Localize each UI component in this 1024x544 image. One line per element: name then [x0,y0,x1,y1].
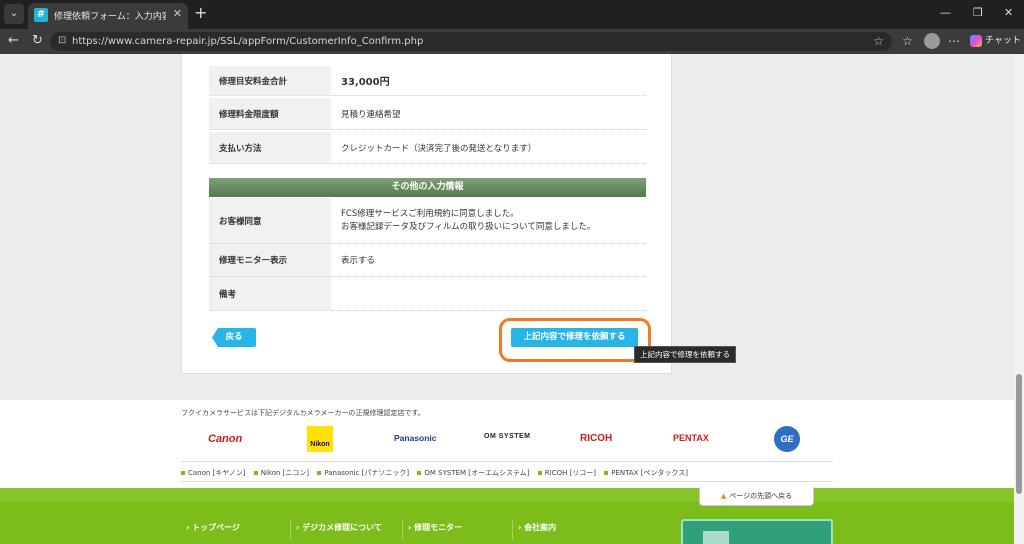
panasonic-logo[interactable]: Panasonic [394,433,437,443]
favorites-icon[interactable]: ☆ [902,34,913,48]
maximize-icon[interactable]: ❐ [973,6,983,19]
row-value: クレジットカード（決済完了後の発送となります） [341,143,537,154]
row-label: 修理目安料金合計 [209,66,331,95]
nikon-logo[interactable]: Nikon [307,426,333,452]
favorite-star-icon[interactable]: ☆ [873,34,884,48]
url-text: https://www.camera-repair.jp/SSL/appForm… [72,36,424,47]
ge-logo[interactable]: GE [774,426,800,452]
chat-label: チャット [985,36,1021,46]
divider [290,520,291,540]
address-bar[interactable]: ⊡ https://www.camera-repair.jp/SSL/appFo… [50,32,892,51]
page-scrollbar[interactable] [1014,54,1024,544]
tab-actions-menu-icon[interactable]: ⌄ [4,4,24,24]
minimize-icon[interactable]: — [940,6,951,19]
reload-icon[interactable]: ↻ [32,34,43,48]
certified-makers-section: フクイカメラサービスは下記デジタルカメラメーカーの正規修理認定店です。 Cano… [0,400,1014,488]
submit-repair-request-button[interactable]: 上記内容で修理を依頼する [511,328,638,347]
row-price-limit: 修理料金限度額 見積り連絡希望 [209,98,646,130]
triangle-up-icon: ▲ [720,492,727,500]
footer-nav-top[interactable]: › トップページ [186,522,240,533]
tab-title: 修理依頼フォーム：入力内容確認 | [54,12,166,22]
back-button[interactable]: 戻る [212,328,256,347]
browser-toolbar: ← ↻ ⊡ https://www.camera-repair.jp/SSL/a… [0,29,1024,54]
site-info-icon[interactable]: ⊡ [58,35,66,46]
row-label: 修理料金限度額 [209,98,331,129]
row-value: 33,000円 [341,77,390,88]
copilot-chat-button[interactable]: チャット [970,33,1021,47]
window-close-icon[interactable]: ✕ [1004,6,1013,19]
back-to-top-button[interactable]: ▲ ページの先頭へ戻る [699,487,814,506]
maker-link[interactable]: Nikon [ニコン] [253,469,309,477]
back-to-top-label: ページの先頭へ戻る [729,492,793,500]
row-monitor-display: 修理モニター表示 表示する [209,244,646,277]
back-arrow-icon[interactable]: ← [8,34,19,48]
section-other-info-title: その他の入力情報 [209,178,646,197]
footer-band [0,488,1014,502]
maker-links: Canon [キヤノン] Nikon [ニコン] Panasonic [パナソニ… [181,468,694,478]
canon-logo[interactable]: Canon [208,433,242,445]
certification-text: フクイカメラサービスは下記デジタルカメラメーカーの正規修理認定店です。 [181,409,425,417]
browser-tab-bar: ⌄ # 修理依頼フォーム：入力内容確認 | ✕ + — ❐ ✕ [0,0,1024,29]
row-estimated-total: 修理目安料金合計 33,000円 [209,66,646,96]
maker-link[interactable]: OM SYSTEM [オーエムシステム] [417,469,530,477]
footer-nav-repair[interactable]: › デジカメ修理について [296,522,382,533]
row-consent: お客様同意 FCS修理サービスご利用規約に同意しました。 お客様記録データ及びフ… [209,198,646,244]
scrollbar-thumb[interactable] [1016,374,1022,494]
row-label: 修理モニター表示 [209,244,331,276]
ricoh-logo[interactable]: RICOH [580,433,612,444]
footer-nav-company[interactable]: › 会社案内 [518,522,556,533]
maker-link[interactable]: PENTAX [ペンタックス] [604,469,688,477]
divider [181,461,833,462]
row-label: 備考 [209,277,331,310]
maker-link[interactable]: Panasonic [パナソニック] [317,469,409,477]
row-label: お客様同意 [209,198,331,243]
profile-avatar[interactable] [924,33,940,49]
row-value: 見積り連絡希望 [341,109,401,120]
site-favicon-icon: # [34,8,48,22]
submit-tooltip: 上記内容で修理を依頼する [634,346,736,363]
om-system-logo[interactable]: OM SYSTEM [484,433,531,440]
page-viewport: 修理目安料金合計 33,000円 修理料金限度額 見積り連絡希望 支払い方法 ク… [0,54,1024,544]
maker-link[interactable]: RICOH [リコー] [537,469,596,477]
row-value [341,277,646,310]
new-tab-icon[interactable]: + [194,5,207,21]
copilot-icon [970,34,982,47]
divider [181,481,833,482]
maker-link[interactable]: Canon [キヤノン] [181,469,245,477]
row-payment-method: 支払い方法 クレジットカード（決済完了後の発送となります） [209,132,646,164]
row-value: 表示する [341,256,376,266]
divider [512,520,513,540]
tab-close-icon[interactable]: ✕ [173,7,182,20]
row-label: 支払い方法 [209,132,331,163]
banner-image [703,531,729,544]
browser-tab-active[interactable]: # 修理依頼フォーム：入力内容確認 | ✕ [28,3,188,29]
more-menu-icon[interactable]: ⋯ [948,34,960,48]
pentax-logo[interactable]: PENTAX [673,433,709,443]
footer-banner[interactable] [681,519,833,544]
row-value: FCS修理サービスご利用規約に同意しました。 お客様記録データ及びフィルムの取り… [341,198,646,243]
consent-line: FCS修理サービスご利用規約に同意しました。 [341,208,519,219]
consent-line: お客様記録データ及びフィルムの取り扱いについて同意しました。 [341,221,596,232]
row-remarks: 備考 [209,277,646,311]
divider [402,520,403,540]
site-footer: ▲ ページの先頭へ戻る › トップページ › デジカメ修理について › 修理モニタ… [0,487,1014,544]
footer-nav-monitor[interactable]: › 修理モニター [408,522,462,533]
